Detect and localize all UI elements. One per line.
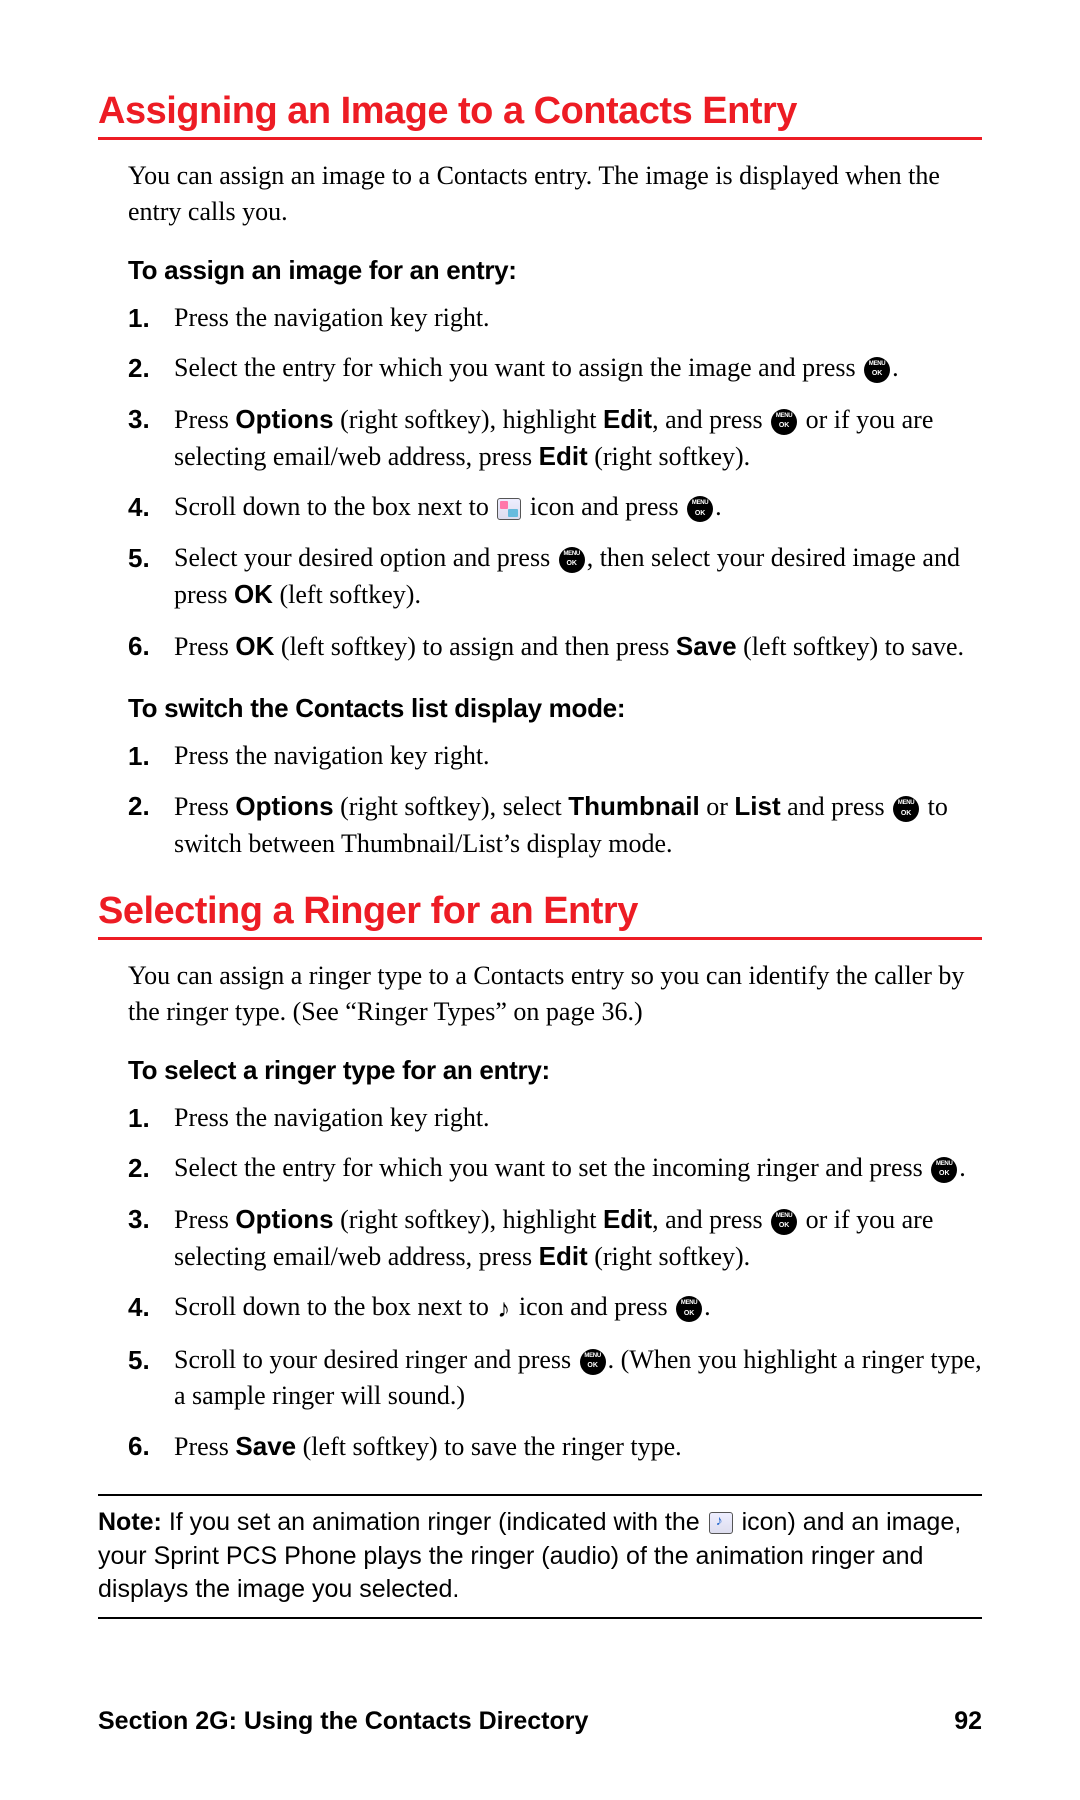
- menu-ok-icon: [893, 796, 919, 822]
- list-item: 2.Select the entry for which you want to…: [128, 350, 982, 386]
- list-item: 1.Press the navigation key right.: [128, 738, 982, 774]
- heading-select-ringer: Selecting a Ringer for an Entry: [98, 890, 982, 940]
- note-label: Note:: [98, 1508, 162, 1536]
- steps-select-ringer: 1.Press the navigation key right. 2.Sele…: [128, 1100, 982, 1466]
- list-item: 6.Press Save (left softkey) to save the …: [128, 1428, 982, 1465]
- menu-ok-icon: [676, 1296, 702, 1322]
- menu-ok-icon: [771, 409, 797, 435]
- list-item: 4.Scroll down to the box next to ♪ icon …: [128, 1289, 982, 1327]
- menu-ok-icon: [864, 357, 890, 383]
- heading-assign-image: Assigning an Image to a Contacts Entry: [98, 90, 982, 140]
- intro-assign-image: You can assign an image to a Contacts en…: [128, 158, 982, 231]
- list-item: 4.Scroll down to the box next to icon an…: [128, 489, 982, 525]
- list-item: 3.Press Options (right softkey), highlig…: [128, 1201, 982, 1276]
- steps-switch-mode: 1.Press the navigation key right. 2.Pres…: [128, 738, 982, 862]
- music-note-icon: ♪: [497, 1291, 510, 1327]
- list-item: 1.Press the navigation key right.: [128, 1100, 982, 1136]
- animation-ringer-icon: [709, 1512, 733, 1534]
- subheading-select-ringer: To select a ringer type for an entry:: [128, 1055, 982, 1086]
- list-item: 2.Select the entry for which you want to…: [128, 1150, 982, 1186]
- picture-icon: [497, 498, 521, 520]
- list-item: 5.Scroll to your desired ringer and pres…: [128, 1342, 982, 1415]
- intro-select-ringer: You can assign a ringer type to a Contac…: [128, 958, 982, 1031]
- footer-section-label: Section 2G: Using the Contacts Directory: [98, 1707, 588, 1736]
- list-item: 2.Press Options (right softkey), select …: [128, 788, 982, 862]
- subheading-assign: To assign an image for an entry:: [128, 255, 982, 286]
- note-block: Note: If you set an animation ringer (in…: [98, 1494, 982, 1619]
- menu-ok-icon: [687, 496, 713, 522]
- menu-ok-icon: [559, 547, 585, 573]
- menu-ok-icon: [580, 1349, 606, 1375]
- footer-page-number: 92: [954, 1707, 982, 1736]
- list-item: 6.Press OK (left softkey) to assign and …: [128, 628, 982, 665]
- list-item: 1.Press the navigation key right.: [128, 300, 982, 336]
- list-item: 3.Press Options (right softkey), highlig…: [128, 401, 982, 476]
- menu-ok-icon: [931, 1157, 957, 1183]
- steps-assign-image: 1.Press the navigation key right. 2.Sele…: [128, 300, 982, 665]
- menu-ok-icon: [771, 1209, 797, 1235]
- subheading-switch-mode: To switch the Contacts list display mode…: [128, 693, 982, 724]
- list-item: 5.Select your desired option and press ,…: [128, 540, 982, 614]
- page-footer: Section 2G: Using the Contacts Directory…: [98, 1707, 982, 1736]
